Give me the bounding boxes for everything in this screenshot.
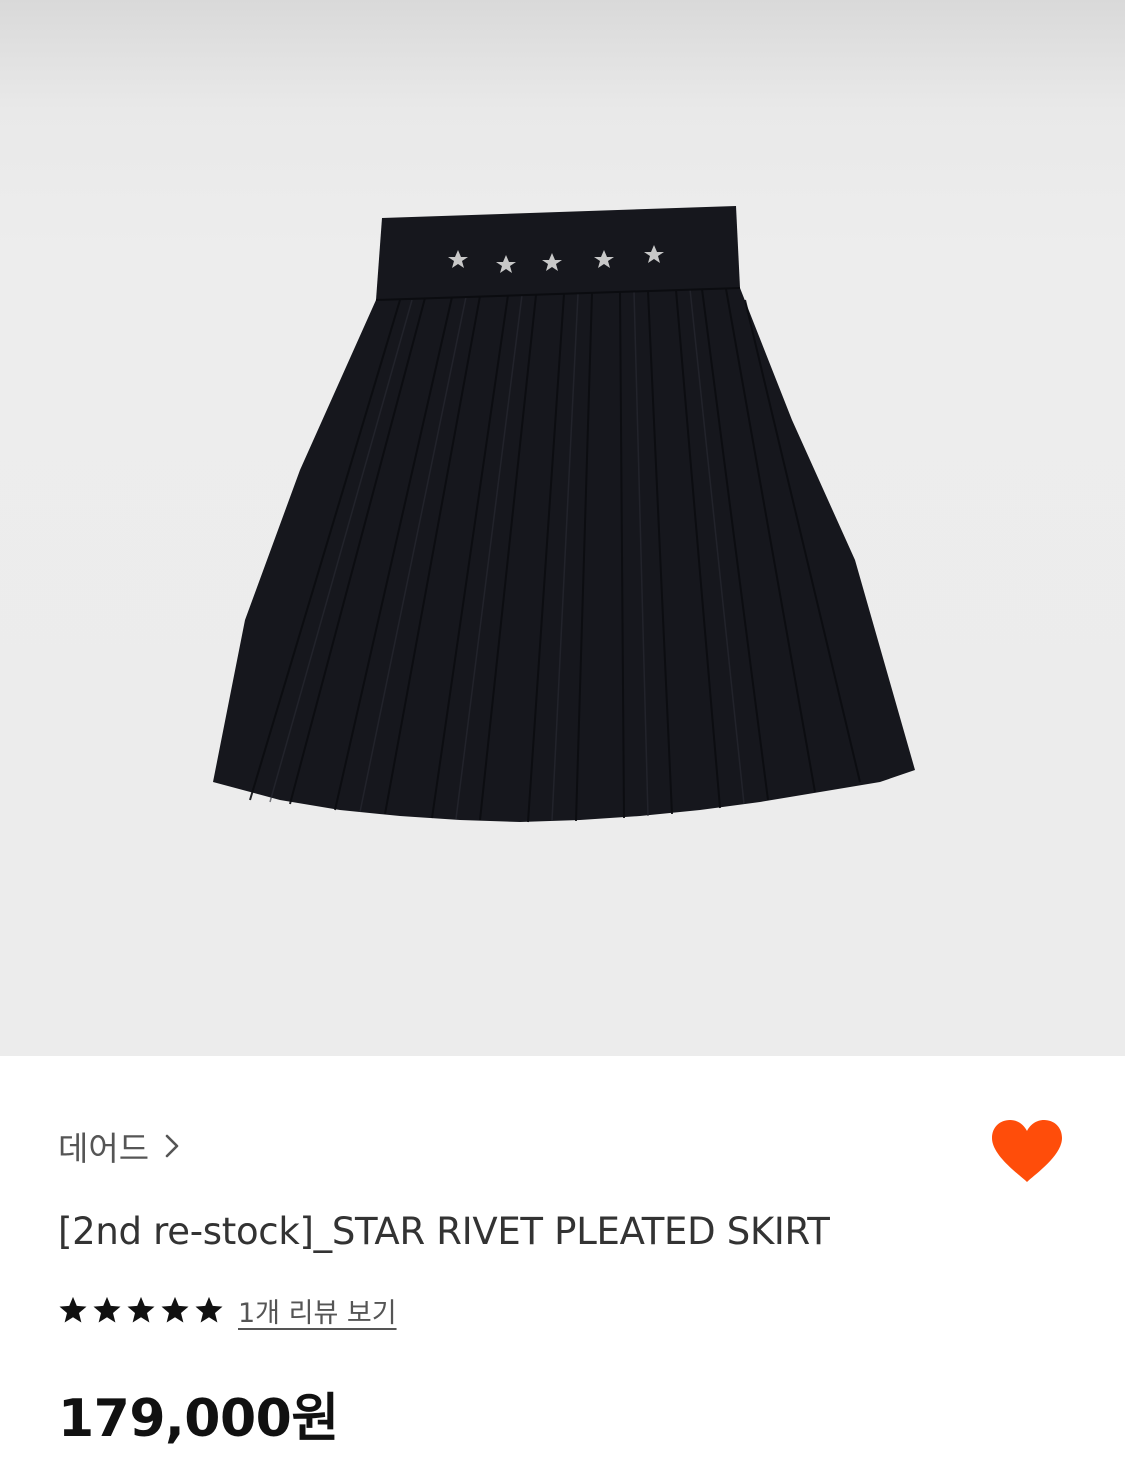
- star-icon: [195, 1296, 223, 1323]
- product-image[interactable]: [0, 0, 1125, 1056]
- star-icon: [59, 1296, 87, 1323]
- star-icon: [161, 1296, 189, 1323]
- rating-row: 1개 리뷰 보기: [58, 1290, 397, 1330]
- brand-link[interactable]: 데어드: [58, 1124, 185, 1168]
- product-page: 데어드 [2nd re-stock]_STAR RIVET PLEATED SK…: [0, 0, 1125, 1478]
- product-price: 179,000원: [58, 1389, 339, 1449]
- chevron-right-icon: [165, 1134, 179, 1158]
- brand-name: 데어드: [58, 1129, 150, 1168]
- skirt-illustration: [213, 206, 915, 823]
- star-icon: [93, 1296, 121, 1323]
- star-icon: [127, 1296, 155, 1323]
- review-link[interactable]: 1개 리뷰 보기: [238, 1291, 397, 1330]
- product-info: 데어드 [2nd re-stock]_STAR RIVET PLEATED SK…: [0, 1056, 1125, 1478]
- rating-stars: [58, 1295, 224, 1325]
- heart-icon[interactable]: [990, 1118, 1064, 1184]
- product-title: [2nd re-stock]_STAR RIVET PLEATED SKIRT: [58, 1210, 830, 1253]
